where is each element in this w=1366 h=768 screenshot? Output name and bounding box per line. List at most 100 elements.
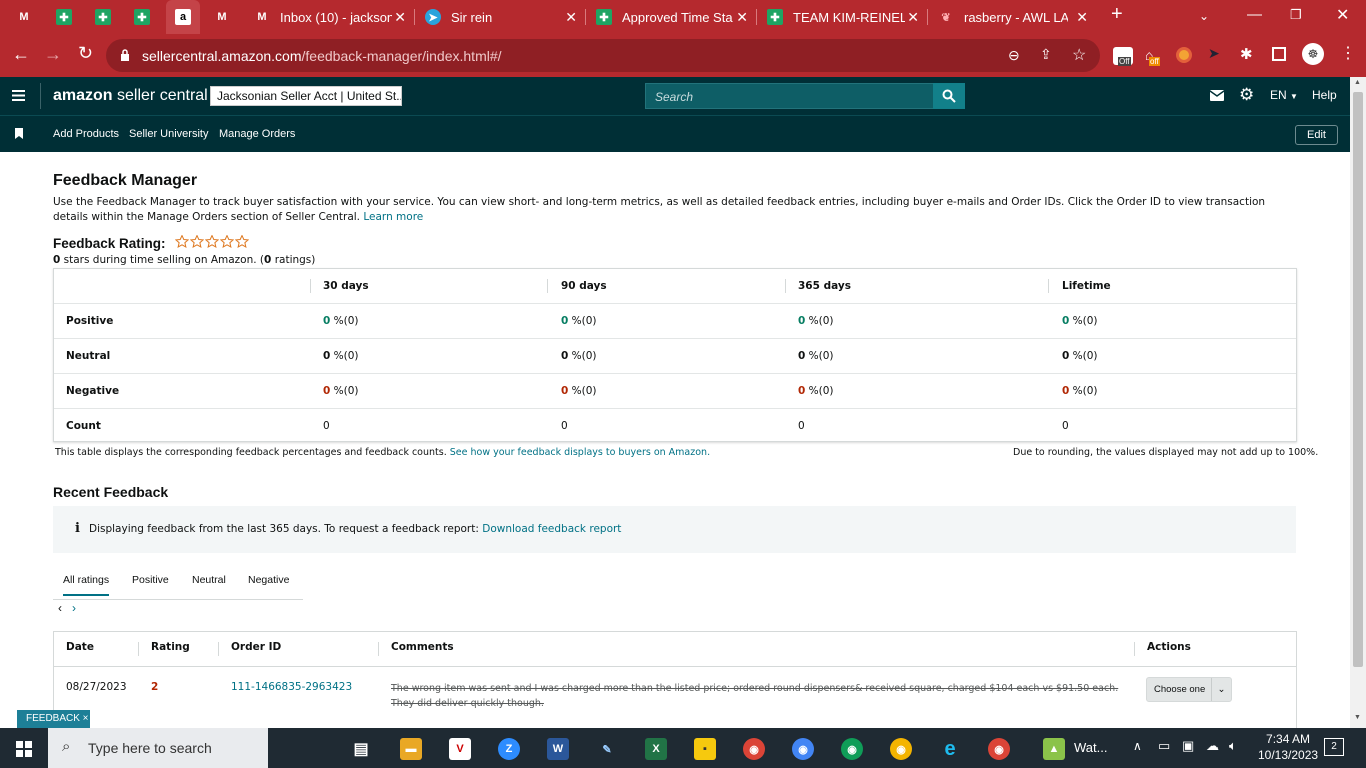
tab-all-ratings[interactable]: All ratings: [63, 574, 110, 596]
column-header: 30 days: [323, 280, 369, 292]
taskbar-search[interactable]: ⌕ Type here to search: [48, 728, 268, 768]
edit-nav-button[interactable]: Edit: [1295, 125, 1338, 145]
feedback-widget-button[interactable]: FEEDBACK ×: [17, 710, 90, 728]
url-bar[interactable]: sellercentral.amazon.com/feedback-manage…: [106, 39, 1100, 72]
chrome-icon[interactable]: ◉: [792, 738, 814, 760]
feedback-comment: The wrong item was sent and I was charge…: [391, 683, 1119, 709]
chrome-icon[interactable]: ◉: [988, 738, 1010, 760]
chrome-icon[interactable]: ◉: [841, 738, 863, 760]
help-link[interactable]: Help: [1312, 88, 1337, 102]
zoom-icon[interactable]: ⊖: [1008, 47, 1020, 64]
logo-text: seller central: [112, 87, 208, 104]
close-icon[interactable]: ✕: [565, 9, 577, 26]
word-icon[interactable]: W: [547, 738, 569, 760]
metric-suffix: %(0): [330, 350, 359, 362]
tray-icon[interactable]: ▣: [1182, 738, 1194, 754]
paint-icon[interactable]: ✎: [596, 738, 618, 760]
tab-negative[interactable]: Negative: [248, 574, 289, 586]
zoom-app-icon[interactable]: Z: [498, 738, 520, 760]
learn-more-link[interactable]: Learn more: [363, 211, 423, 223]
page-scrollbar[interactable]: ▲ ▼: [1350, 77, 1366, 728]
tab-inbox[interactable]: M Inbox (10) - jackson ✕: [254, 0, 406, 34]
tab-positive[interactable]: Positive: [132, 574, 169, 586]
reload-icon[interactable]: ↻: [78, 43, 93, 64]
metrics-footnote: This table displays the corresponding fe…: [55, 447, 710, 458]
profile-avatar[interactable]: ☸: [1302, 43, 1324, 65]
search-icon: [942, 89, 956, 103]
scrollbar-thumb[interactable]: [1353, 92, 1363, 667]
app-icon[interactable]: V: [449, 738, 471, 760]
share-icon[interactable]: ⇪: [1040, 46, 1052, 63]
search-button[interactable]: [933, 83, 965, 109]
chevron-right-icon[interactable]: ›: [72, 601, 76, 615]
bookmark-icon[interactable]: [15, 128, 23, 139]
tab-sheets[interactable]: ✚: [95, 0, 119, 34]
excel-icon[interactable]: X: [645, 738, 667, 760]
restore-icon[interactable]: ❐: [1290, 7, 1302, 23]
account-switcher[interactable]: Jacksonian Seller Acct | United St...: [210, 86, 402, 106]
sidepanel-icon[interactable]: [1272, 47, 1286, 61]
chrome-icon[interactable]: ◉: [743, 738, 765, 760]
menu-kebab-icon[interactable]: ⋮: [1340, 43, 1356, 63]
task-view-icon[interactable]: ▤: [350, 738, 372, 760]
tab-gmail[interactable]: M: [214, 0, 238, 34]
scroll-down-icon[interactable]: ▼: [1354, 714, 1361, 721]
close-icon[interactable]: ✕: [907, 9, 919, 26]
chrome-icon[interactable]: ◉: [890, 738, 912, 760]
volume-icon[interactable]: 🔈︎: [1229, 738, 1237, 754]
raspberry-icon: ❦: [941, 11, 951, 24]
new-tab-button[interactable]: +: [1111, 3, 1123, 26]
extension-icon[interactable]: Off: [1113, 47, 1133, 66]
back-icon[interactable]: ←: [12, 44, 30, 65]
sticky-notes-icon[interactable]: ▪: [694, 738, 716, 760]
actions-dropdown[interactable]: Choose one ⌄: [1146, 677, 1232, 702]
nav-seller-university[interactable]: Seller University: [129, 128, 208, 140]
tab-gmail[interactable]: M: [16, 0, 40, 34]
tab-neutral[interactable]: Neutral: [192, 574, 226, 586]
tab-approved-time[interactable]: ✚ Approved Time Sta ✕: [596, 0, 748, 34]
tab-sheets[interactable]: ✚: [56, 0, 80, 34]
see-feedback-display-link[interactable]: See how your feedback displays to buyers…: [450, 447, 710, 458]
download-report-link[interactable]: Download feedback report: [482, 523, 621, 535]
tray-chevron-icon[interactable]: ∧: [1133, 739, 1142, 753]
close-icon[interactable]: ✕: [736, 9, 748, 26]
seller-central-logo[interactable]: amazon seller central: [53, 87, 208, 105]
bookmark-star-icon[interactable]: ☆: [1072, 45, 1086, 65]
tab-sheets[interactable]: ✚: [134, 0, 158, 34]
nav-manage-orders[interactable]: Manage Orders: [219, 128, 295, 140]
search-input[interactable]: Search: [645, 83, 935, 109]
tab-title: Approved Time Sta: [622, 9, 733, 25]
onedrive-icon[interactable]: ☁: [1206, 738, 1219, 754]
chevron-left-icon[interactable]: ‹: [58, 601, 62, 615]
puzzle-icon[interactable]: ✱: [1240, 45, 1253, 63]
minimize-icon[interactable]: —: [1247, 6, 1262, 23]
extension-icon[interactable]: ⌂ off: [1145, 47, 1165, 66]
language-selector[interactable]: EN ▼: [1270, 88, 1298, 102]
notifications-icon[interactable]: 2: [1324, 738, 1344, 756]
internet-explorer-icon[interactable]: e: [939, 738, 961, 760]
tray-icon[interactable]: ▭: [1158, 738, 1170, 754]
cursor-extension-icon[interactable]: ➤: [1208, 45, 1220, 62]
file-explorer-icon[interactable]: ▬: [400, 738, 422, 760]
whatsapp-icon[interactable]: ▲: [1043, 738, 1065, 760]
system-clock[interactable]: 7:34 AM 10/13/2023: [1258, 731, 1318, 763]
taskbar-app-label[interactable]: Wat...: [1074, 740, 1107, 755]
seller-central-header: amazon seller central Jacksonian Seller …: [0, 77, 1350, 115]
settings-gear-icon[interactable]: ⚙: [1239, 85, 1254, 105]
tab-amazon[interactable]: a: [166, 0, 200, 34]
tab-telegram[interactable]: ➤ Sir rein ✕: [425, 0, 577, 34]
tab-team[interactable]: ✚ TEAM KIM-REINEL ✕: [767, 0, 919, 34]
tab-rasberry[interactable]: ❦ rasberry - AWL LAB ✕: [938, 0, 1088, 34]
window-close-icon[interactable]: ✕: [1336, 5, 1349, 25]
mail-icon[interactable]: [1210, 90, 1224, 101]
extension-icon[interactable]: [1176, 47, 1192, 63]
close-icon[interactable]: ✕: [394, 9, 406, 26]
tab-search-icon[interactable]: ⌄: [1199, 9, 1209, 23]
forward-icon[interactable]: →: [44, 44, 62, 65]
scroll-up-icon[interactable]: ▲: [1354, 79, 1361, 86]
close-icon[interactable]: ✕: [1076, 9, 1088, 26]
nav-add-products[interactable]: Add Products: [53, 128, 119, 140]
order-id-link[interactable]: 111-1466835-2963423: [231, 681, 352, 693]
windows-start-icon[interactable]: [16, 741, 32, 757]
hamburger-icon[interactable]: [12, 90, 25, 101]
